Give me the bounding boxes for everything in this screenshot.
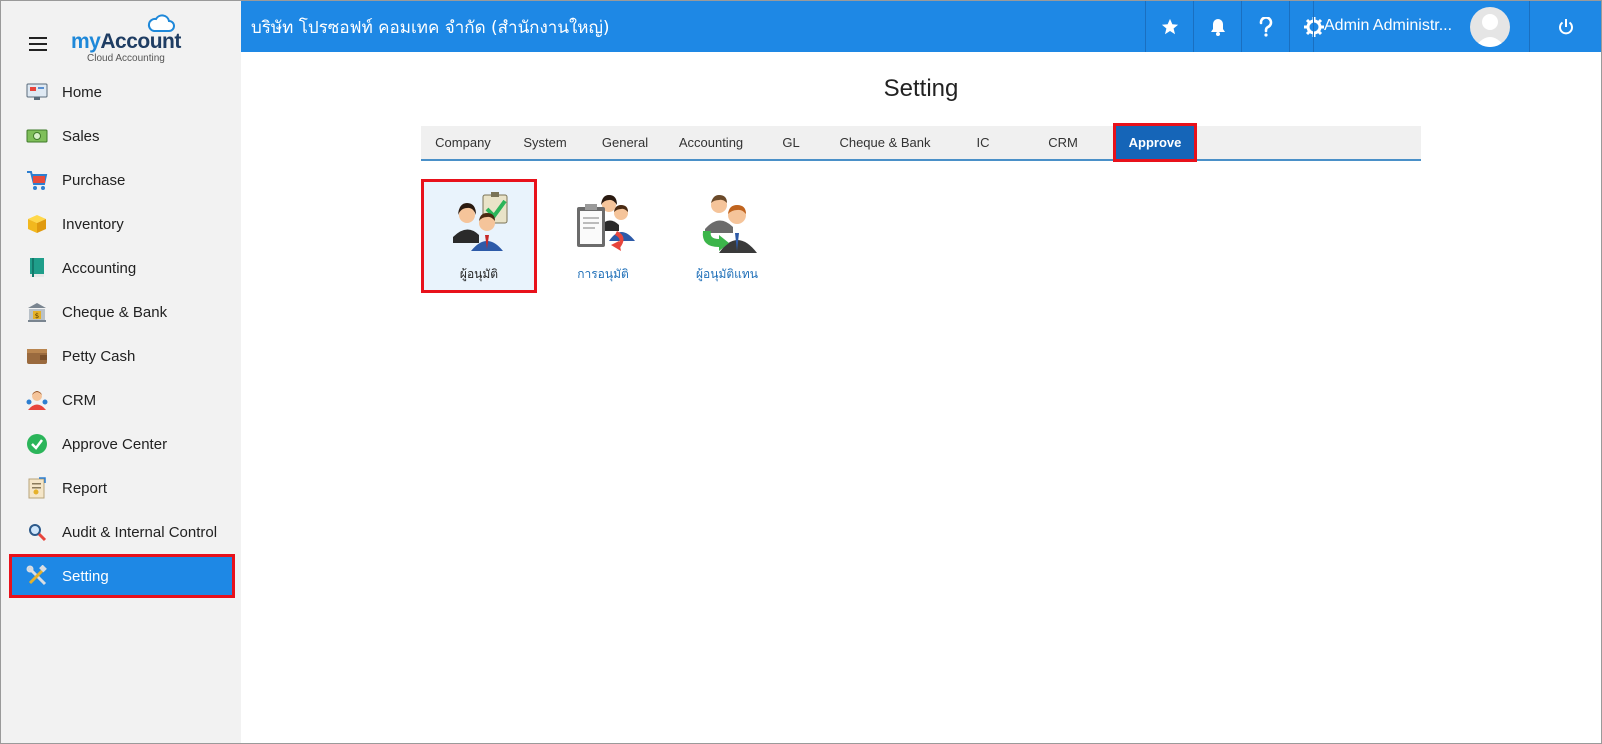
approver-icon	[453, 192, 508, 251]
bell-icon	[1210, 18, 1225, 36]
people-icon	[25, 388, 49, 412]
user-name: Admin Administr...	[1324, 17, 1453, 34]
tile-approval[interactable]: การอนุมัติ	[545, 179, 661, 293]
svg-text:$: $	[35, 312, 39, 320]
sidebar-nav: Home Sales Purchase Inventory Accounting	[1, 70, 241, 598]
approval-document-icon	[577, 195, 635, 251]
sidebar-item-sales[interactable]: Sales	[1, 114, 241, 158]
user-menu[interactable]: Admin Administr...	[1313, 1, 1529, 52]
sidebar-item-label: Report	[62, 479, 108, 497]
tab-company[interactable]: Company	[421, 126, 505, 159]
cart-icon	[25, 168, 49, 192]
hamburger-menu-icon[interactable]	[29, 37, 47, 51]
tile-approver[interactable]: ผู้อนุมัติ	[421, 179, 537, 293]
sidebar-item-home[interactable]: Home	[1, 70, 241, 114]
avatar	[1470, 7, 1510, 47]
top-bar: บริษัท โปรซอฟท์ คอมเทค จำกัด (สำนักงานให…	[241, 1, 1601, 52]
sidebar-item-label: CRM	[62, 391, 97, 409]
sidebar-item-label: Home	[62, 83, 103, 101]
sidebar-item-audit-internal-control[interactable]: Audit & Internal Control	[1, 510, 241, 554]
magnifier-icon	[25, 520, 49, 544]
tab-system[interactable]: System	[505, 126, 585, 159]
logo-text-account: Account	[100, 30, 181, 53]
sidebar-item-accounting[interactable]: Accounting	[1, 246, 241, 290]
cash-icon	[25, 124, 49, 148]
logout-button[interactable]	[1529, 1, 1601, 52]
sidebar-item-inventory[interactable]: Inventory	[1, 202, 241, 246]
sidebar-item-label: Approve Center	[62, 435, 168, 453]
sidebar-item-label: Audit & Internal Control	[62, 523, 218, 541]
sidebar-item-petty-cash[interactable]: Petty Cash	[1, 334, 241, 378]
sidebar-item-cheque-bank[interactable]: $ Cheque & Bank	[1, 290, 241, 334]
tile-label: การอนุมัติ	[577, 267, 629, 281]
setting-tabs: Company System General Accounting GL Che…	[421, 123, 1421, 162]
bank-icon: $	[25, 300, 49, 324]
sidebar-item-label: Setting	[62, 567, 109, 585]
page-title: Setting	[883, 75, 959, 102]
star-icon	[1161, 18, 1178, 34]
tab-crm[interactable]: CRM	[1021, 126, 1105, 159]
tile-substitute-approver[interactable]: ผู้อนุมัติแทน	[669, 179, 785, 293]
logo-text-my: my	[71, 30, 101, 53]
wallet-icon	[25, 344, 49, 368]
book-icon	[25, 256, 49, 280]
sidebar: myAccount Cloud Accounting Home Sales Pu…	[1, 1, 241, 743]
myaccount-logo[interactable]: myAccount Cloud Accounting	[71, 13, 191, 65]
tab-ic[interactable]: IC	[945, 126, 1021, 159]
tile-label: ผู้อนุมัติ	[459, 267, 499, 281]
sidebar-item-approve-center[interactable]: Approve Center	[1, 422, 241, 466]
brand: myAccount Cloud Accounting	[1, 1, 241, 71]
sidebar-item-purchase[interactable]: Purchase	[1, 158, 241, 202]
tab-approve[interactable]: Approve	[1113, 123, 1197, 162]
logo-subtitle: Cloud Accounting	[87, 53, 165, 64]
sidebar-item-label: Sales	[62, 127, 100, 145]
sidebar-item-report[interactable]: Report	[1, 466, 241, 510]
report-icon	[25, 476, 49, 500]
sidebar-item-setting[interactable]: Setting	[9, 554, 235, 598]
substitute-approver-icon	[702, 195, 757, 253]
monitor-icon	[25, 80, 49, 104]
tile-label: ผู้อนุมัติแทน	[696, 267, 758, 281]
sidebar-item-crm[interactable]: CRM	[1, 378, 241, 422]
question-mark-icon	[1259, 16, 1272, 37]
sidebar-item-label: Inventory	[62, 215, 124, 233]
tab-accounting[interactable]: Accounting	[665, 126, 757, 159]
sidebar-item-label: Cheque & Bank	[62, 303, 168, 321]
favorites-button[interactable]	[1145, 1, 1193, 52]
tab-general[interactable]: General	[585, 126, 665, 159]
sidebar-item-label: Petty Cash	[62, 347, 136, 365]
help-button[interactable]	[1241, 1, 1289, 52]
company-name[interactable]: บริษัท โปรซอฟท์ คอมเทค จำกัด (สำนักงานให…	[251, 14, 610, 41]
check-circle-icon	[25, 432, 49, 456]
sidebar-item-label: Accounting	[62, 259, 137, 277]
power-icon	[1558, 18, 1573, 34]
box-icon	[25, 212, 49, 236]
notifications-button[interactable]	[1193, 1, 1241, 52]
sidebar-item-label: Purchase	[62, 171, 126, 189]
tab-cheque-bank[interactable]: Cheque & Bank	[825, 126, 945, 159]
tab-gl[interactable]: GL	[757, 126, 825, 159]
tools-icon	[25, 564, 49, 588]
